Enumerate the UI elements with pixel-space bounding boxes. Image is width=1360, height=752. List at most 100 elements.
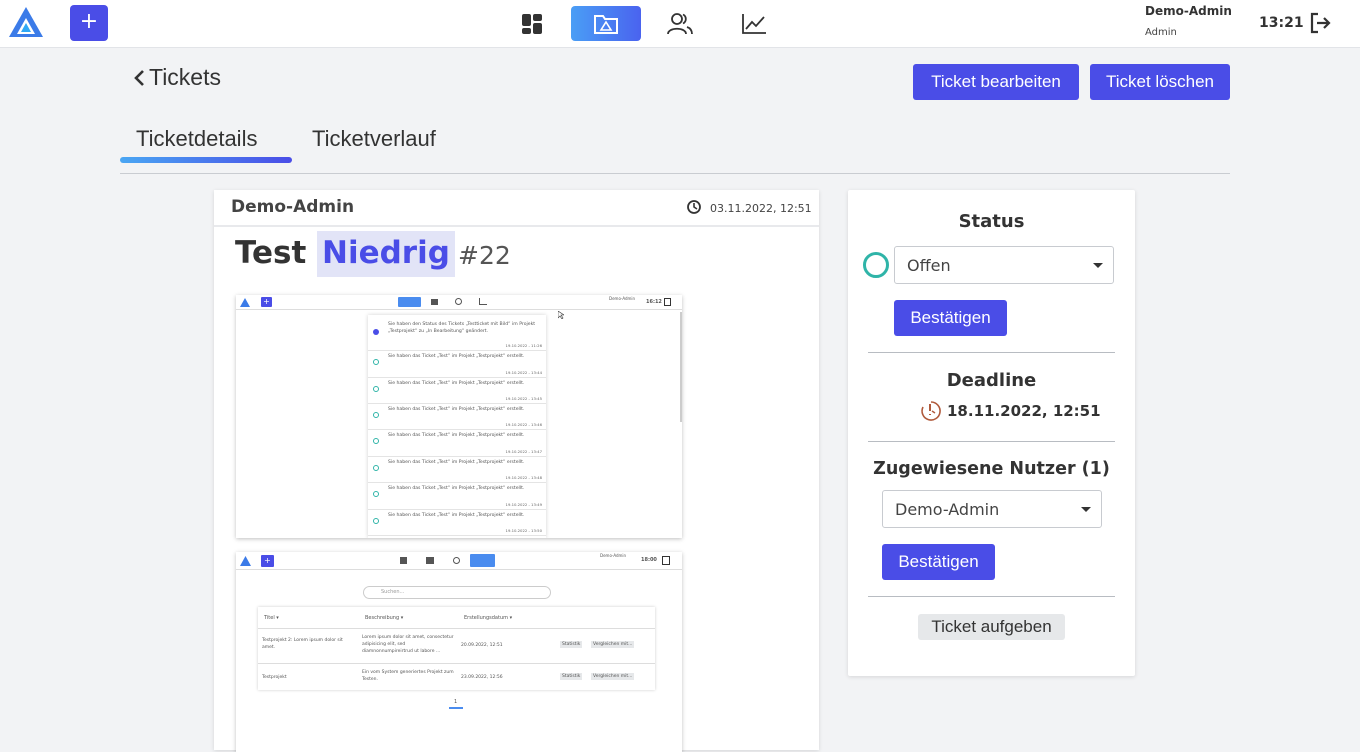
ticket-author: Demo-Admin	[231, 197, 355, 217]
mini-logo-icon-2	[240, 556, 251, 566]
back-to-tickets[interactable]: Tickets	[133, 64, 221, 91]
mini-add-button: +	[261, 297, 272, 307]
mini-notification-date: 19.10.2022 - 11:26	[505, 343, 542, 348]
mini-status-open-icon	[373, 359, 379, 365]
mini-clock: 16:12	[646, 299, 662, 305]
mini-clock-2: 18:00	[641, 557, 657, 563]
active-tab-indicator	[120, 157, 292, 163]
mini-top-bar: + Demo-Admin 16:12	[236, 295, 682, 310]
mini-row2-date: 23.09.2022, 12:56	[461, 675, 503, 680]
mini-row2-desc: Ein vom System generiertes Projekt zum T…	[362, 670, 454, 682]
mini-notification-date: 19.10.2022 - 13:47	[505, 449, 542, 454]
tab-ticketdetails[interactable]: Ticketdetails	[136, 126, 257, 152]
mini-nav-active-2	[470, 554, 495, 567]
back-label: Tickets	[149, 64, 221, 90]
sidebar-divider	[868, 352, 1115, 353]
mini-notification-date: 19.10.2022 - 13:44	[505, 370, 542, 375]
tab-divider	[120, 173, 1230, 174]
app-logo-icon[interactable]	[8, 6, 44, 38]
mini-page-indicator	[449, 707, 463, 709]
nav-dashboard[interactable]	[497, 6, 567, 41]
mini-chart-icon	[479, 298, 487, 305]
delete-ticket-button[interactable]: Ticket löschen	[1090, 64, 1230, 100]
give-up-ticket-button[interactable]: Ticket aufgeben	[918, 614, 1065, 640]
mini-scrollbar	[680, 312, 682, 422]
ticket-number: #22	[458, 241, 511, 270]
top-bar: + Demo-Admin Admin 13:21	[0, 0, 1360, 48]
deadline-value: 18.11.2022, 12:51	[947, 402, 1101, 420]
mini-logout-icon	[664, 298, 671, 306]
mini-status-open-icon	[373, 465, 379, 471]
notification-panel: Sie haben den Status des Tickets „Testti…	[368, 315, 546, 538]
mini-status-open-icon	[373, 438, 379, 444]
mini-notification-item: Sie haben den Status des Tickets „Testti…	[368, 319, 546, 351]
nav-projects[interactable]	[571, 6, 641, 41]
mini-row1-date: 20.09.2022, 12:51	[461, 643, 503, 648]
edit-ticket-button[interactable]: Ticket bearbeiten	[913, 64, 1079, 100]
mini-row1-title: Testprojekt 2: Lorem ipsum dolor sit ame…	[262, 638, 343, 650]
chevron-down-icon	[1081, 507, 1091, 512]
clock-icon	[687, 200, 701, 214]
mini-nav-active	[398, 297, 421, 307]
logout-icon[interactable]	[1308, 11, 1332, 35]
card-separator	[214, 225, 819, 227]
mini-status-progress-icon	[373, 329, 379, 335]
mini-dashboard-icon-2	[400, 557, 407, 564]
mini-col-title: Titel ▾	[264, 615, 279, 621]
mini-notification-text: Sie haben das Ticket „Test“ im Projekt „…	[388, 486, 525, 491]
sidebar-divider	[868, 596, 1115, 597]
nav-users[interactable]	[645, 6, 715, 41]
mini-projects-table: Titel ▾ Beschreibung ▾ Erstellungsdatum …	[258, 607, 655, 690]
mini-top-bar-2: + Demo-Admin 18:00	[236, 552, 682, 570]
mini-folder-icon	[431, 299, 438, 305]
mini-notification-date: 19.10.2022 - 13:46	[505, 422, 542, 427]
chevron-left-icon	[134, 69, 144, 86]
mini-notification-text: Sie haben das Ticket „Test“ im Projekt „…	[388, 354, 525, 359]
mini-row2-compare: Vergleichen mit...	[591, 673, 635, 680]
mini-status-open-icon	[373, 518, 379, 524]
mini-col-desc: Beschreibung ▾	[365, 615, 404, 621]
attachment-image-1[interactable]: + Demo-Admin 16:12 Sie haben den Status …	[236, 295, 682, 538]
status-heading: Status	[958, 211, 1025, 232]
mini-page-number: 1	[454, 699, 458, 705]
status-select[interactable]: Offen	[894, 246, 1114, 284]
status-select-value: Offen	[907, 255, 951, 275]
mini-search-input: Suchen...	[363, 586, 551, 599]
assigned-users-heading: Zugewiesene Nutzer (1)	[873, 459, 1110, 479]
status-open-icon	[863, 252, 889, 278]
confirm-assignment-button[interactable]: Bestätigen	[882, 544, 995, 580]
mini-notification-date: 19.10.2022 - 13:50	[505, 528, 542, 533]
nav-statistics[interactable]	[719, 6, 789, 41]
mini-row2-statistik: Statistik	[560, 673, 583, 680]
mini-col-date: Erstellungsdatum ▾	[464, 615, 513, 621]
mini-folder-icon-2	[426, 557, 434, 564]
mini-notification-item: Sie haben das Ticket „Test“ im Projekt „…	[368, 378, 546, 404]
tab-ticketverlauf[interactable]: Ticketverlauf	[312, 126, 436, 152]
deadline-clock-icon	[921, 401, 941, 421]
statistics-icon	[742, 13, 766, 34]
mini-notification-date: 19.10.2022 - 13:48	[505, 475, 542, 480]
add-button[interactable]: +	[70, 5, 108, 41]
mini-status-open-icon	[373, 412, 379, 418]
mini-add-button-2: +	[261, 555, 274, 567]
confirm-status-button[interactable]: Bestätigen	[894, 300, 1007, 336]
mini-row2-title: Testprojekt	[262, 675, 287, 680]
mini-notification-text: Sie haben das Ticket „Test“ im Projekt „…	[388, 460, 525, 465]
mini-cursor-icon	[558, 311, 564, 319]
mini-row1-compare: Vergleichen mit...	[591, 641, 635, 648]
attachment-image-2[interactable]: + Demo-Admin 18:00 Suchen... Titel ▾ Bes…	[236, 552, 682, 752]
mini-notification-text: Sie haben den Status des Tickets „Testti…	[388, 322, 536, 334]
ticket-created: 03.11.2022, 12:51	[710, 202, 812, 215]
sidebar-divider	[868, 441, 1115, 442]
deadline-heading: Deadline	[946, 370, 1037, 391]
users-icon	[667, 12, 693, 34]
deadline-row: 18.11.2022, 12:51	[920, 400, 1101, 422]
assigned-user-value: Demo-Admin	[895, 499, 1000, 519]
user-name: Demo-Admin	[1145, 4, 1232, 18]
clock: 13:21	[1259, 15, 1304, 31]
assigned-user-select[interactable]: Demo-Admin	[882, 490, 1102, 528]
mini-notification-text: Sie haben das Ticket „Test“ im Projekt „…	[388, 513, 525, 518]
priority-badge: Niedrig	[317, 231, 455, 277]
mini-notification-date: 19.10.2022 - 13:45	[505, 396, 542, 401]
ticket-sidebar: Status Offen Bestätigen Deadline 18.11.2…	[848, 190, 1135, 676]
